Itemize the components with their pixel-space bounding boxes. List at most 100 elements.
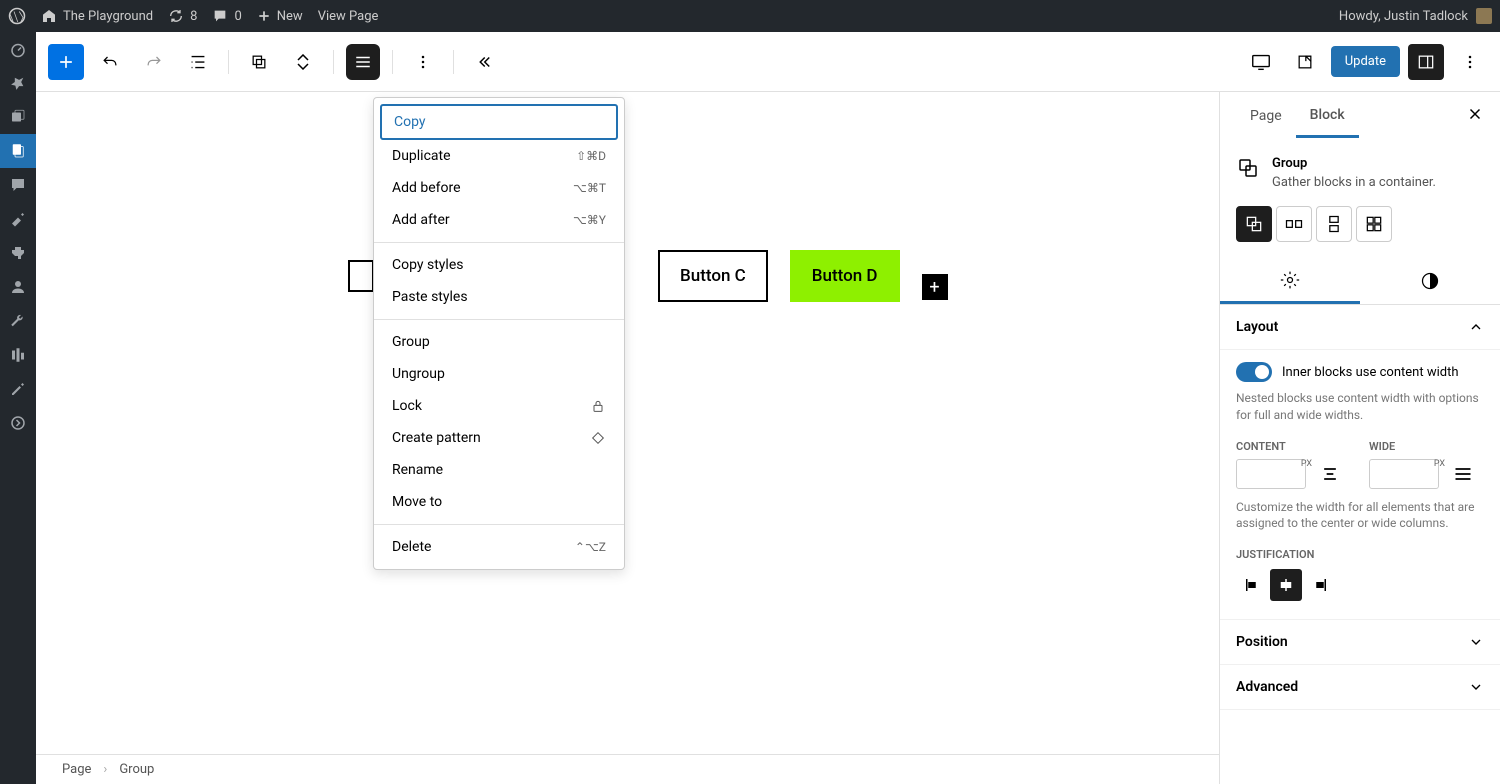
- pattern-icon: [590, 430, 606, 446]
- menu-add-before[interactable]: Add before⌥⌘T: [380, 172, 618, 204]
- chevron-down-icon: [1468, 679, 1484, 695]
- inline-add-button[interactable]: +: [922, 274, 948, 300]
- pages-icon[interactable]: [0, 134, 36, 168]
- settings-icon[interactable]: [0, 338, 36, 372]
- menu-group[interactable]: Group: [380, 326, 618, 358]
- menu-lock[interactable]: Lock: [380, 390, 618, 422]
- chevron-right-icon: ›: [103, 762, 107, 777]
- sidebar-toggle-button[interactable]: [1408, 44, 1444, 80]
- menu-delete[interactable]: Delete⌃⌥Z: [380, 531, 618, 563]
- updates-link[interactable]: 8: [168, 8, 197, 24]
- group-icon: [1236, 156, 1260, 180]
- breadcrumb-group[interactable]: Group: [119, 762, 154, 777]
- button-c[interactable]: Button C: [658, 250, 768, 302]
- copy-button[interactable]: [241, 44, 277, 80]
- menu-create-pattern[interactable]: Create pattern: [380, 422, 618, 454]
- media-icon[interactable]: [0, 100, 36, 134]
- justify-left[interactable]: [1236, 569, 1268, 601]
- content-width-toggle[interactable]: [1236, 362, 1272, 382]
- preview-button[interactable]: [1287, 44, 1323, 80]
- chevron-down-icon: [1468, 634, 1484, 650]
- collapse-toolbar-button[interactable]: [466, 44, 502, 80]
- device-preview-button[interactable]: [1243, 44, 1279, 80]
- collapse-icon[interactable]: [0, 406, 36, 440]
- howdy-text: Howdy, Justin Tadlock: [1339, 9, 1468, 24]
- toggle-help: Nested blocks use content width with opt…: [1236, 390, 1484, 424]
- admin-bar: The Playground 8 0 New View Page Howdy, …: [0, 0, 1500, 32]
- wp-logo[interactable]: [8, 7, 26, 25]
- appearance-icon[interactable]: [0, 202, 36, 236]
- tools-icon[interactable]: [0, 304, 36, 338]
- undo-button[interactable]: [92, 44, 128, 80]
- tab-block[interactable]: Block: [1296, 95, 1359, 138]
- dashboard-icon[interactable]: [0, 32, 36, 66]
- justify-right[interactable]: [1304, 569, 1336, 601]
- block-context-menu: Copy Duplicate⇧⌘D Add before⌥⌘T Add afte…: [373, 97, 625, 570]
- new-label: New: [277, 9, 303, 24]
- width-help: Customize the width for all elements tha…: [1236, 499, 1484, 533]
- site-link[interactable]: The Playground: [41, 8, 153, 24]
- content-align-icon[interactable]: [1320, 464, 1340, 484]
- admin-sidebar: [0, 32, 36, 784]
- close-sidebar-button[interactable]: [1466, 105, 1484, 127]
- button-d[interactable]: Button D: [790, 250, 900, 302]
- content-width-input[interactable]: [1236, 459, 1306, 489]
- menu-move-to[interactable]: Move to: [380, 486, 618, 518]
- menu-copy[interactable]: Copy: [380, 104, 618, 140]
- add-block-button[interactable]: [48, 44, 84, 80]
- contrast-icon: [1420, 271, 1440, 291]
- lock-icon: [590, 398, 606, 414]
- justify-center[interactable]: [1270, 569, 1302, 601]
- comments-icon[interactable]: [0, 168, 36, 202]
- options-button[interactable]: [405, 44, 441, 80]
- breadcrumb-page[interactable]: Page: [62, 762, 91, 777]
- view-page-link[interactable]: View Page: [318, 9, 379, 24]
- more-options-button[interactable]: [1452, 44, 1488, 80]
- update-count: 8: [190, 9, 197, 24]
- menu-copy-styles[interactable]: Copy styles: [380, 249, 618, 281]
- user-menu[interactable]: Howdy, Justin Tadlock: [1339, 8, 1492, 24]
- editor-canvas[interactable]: Button C Button D +: [36, 92, 1219, 754]
- menu-add-after[interactable]: Add after⌥⌘Y: [380, 204, 618, 236]
- position-panel-header[interactable]: Position: [1220, 620, 1500, 665]
- variant-grid[interactable]: [1356, 206, 1392, 242]
- wide-label: WIDE: [1369, 440, 1484, 453]
- settings-sidebar: Page Block Group Gather blocks in a cont…: [1219, 92, 1500, 784]
- advanced-panel-header[interactable]: Advanced: [1220, 665, 1500, 710]
- menu-ungroup[interactable]: Ungroup: [380, 358, 618, 390]
- redo-button[interactable]: [136, 44, 172, 80]
- move-button[interactable]: [285, 44, 321, 80]
- list-view-button[interactable]: [180, 44, 216, 80]
- align-button[interactable]: [346, 44, 380, 80]
- button-b-partial[interactable]: [348, 260, 374, 292]
- new-link[interactable]: New: [257, 9, 303, 24]
- toggle-label: Inner blocks use content width: [1282, 365, 1459, 380]
- variant-group[interactable]: [1236, 206, 1272, 242]
- editor-header: Update: [36, 32, 1500, 92]
- layout-panel-header[interactable]: Layout: [1220, 305, 1500, 350]
- update-button[interactable]: Update: [1331, 46, 1400, 77]
- users-icon[interactable]: [0, 270, 36, 304]
- menu-rename[interactable]: Rename: [380, 454, 618, 486]
- tab-page[interactable]: Page: [1236, 96, 1296, 136]
- menu-paste-styles[interactable]: Paste styles: [380, 281, 618, 313]
- avatar: [1476, 8, 1492, 24]
- content-label: CONTENT: [1236, 440, 1351, 453]
- variant-row[interactable]: [1276, 206, 1312, 242]
- menu-duplicate[interactable]: Duplicate⇧⌘D: [380, 140, 618, 172]
- view-page-label: View Page: [318, 9, 379, 24]
- site-title: The Playground: [63, 9, 153, 24]
- variant-stack[interactable]: [1316, 206, 1352, 242]
- styles-subtab[interactable]: [1360, 258, 1500, 304]
- edit-icon[interactable]: [0, 372, 36, 406]
- comment-count: 0: [234, 9, 241, 24]
- wide-width-input[interactable]: [1369, 459, 1439, 489]
- block-description: Gather blocks in a container.: [1272, 175, 1436, 190]
- pin-icon[interactable]: [0, 66, 36, 100]
- settings-subtab[interactable]: [1220, 258, 1360, 304]
- comments-link[interactable]: 0: [212, 8, 241, 24]
- wide-align-icon[interactable]: [1453, 464, 1473, 484]
- breadcrumb: Page › Group: [36, 754, 1219, 784]
- block-name: Group: [1272, 156, 1436, 171]
- plugins-icon[interactable]: [0, 236, 36, 270]
